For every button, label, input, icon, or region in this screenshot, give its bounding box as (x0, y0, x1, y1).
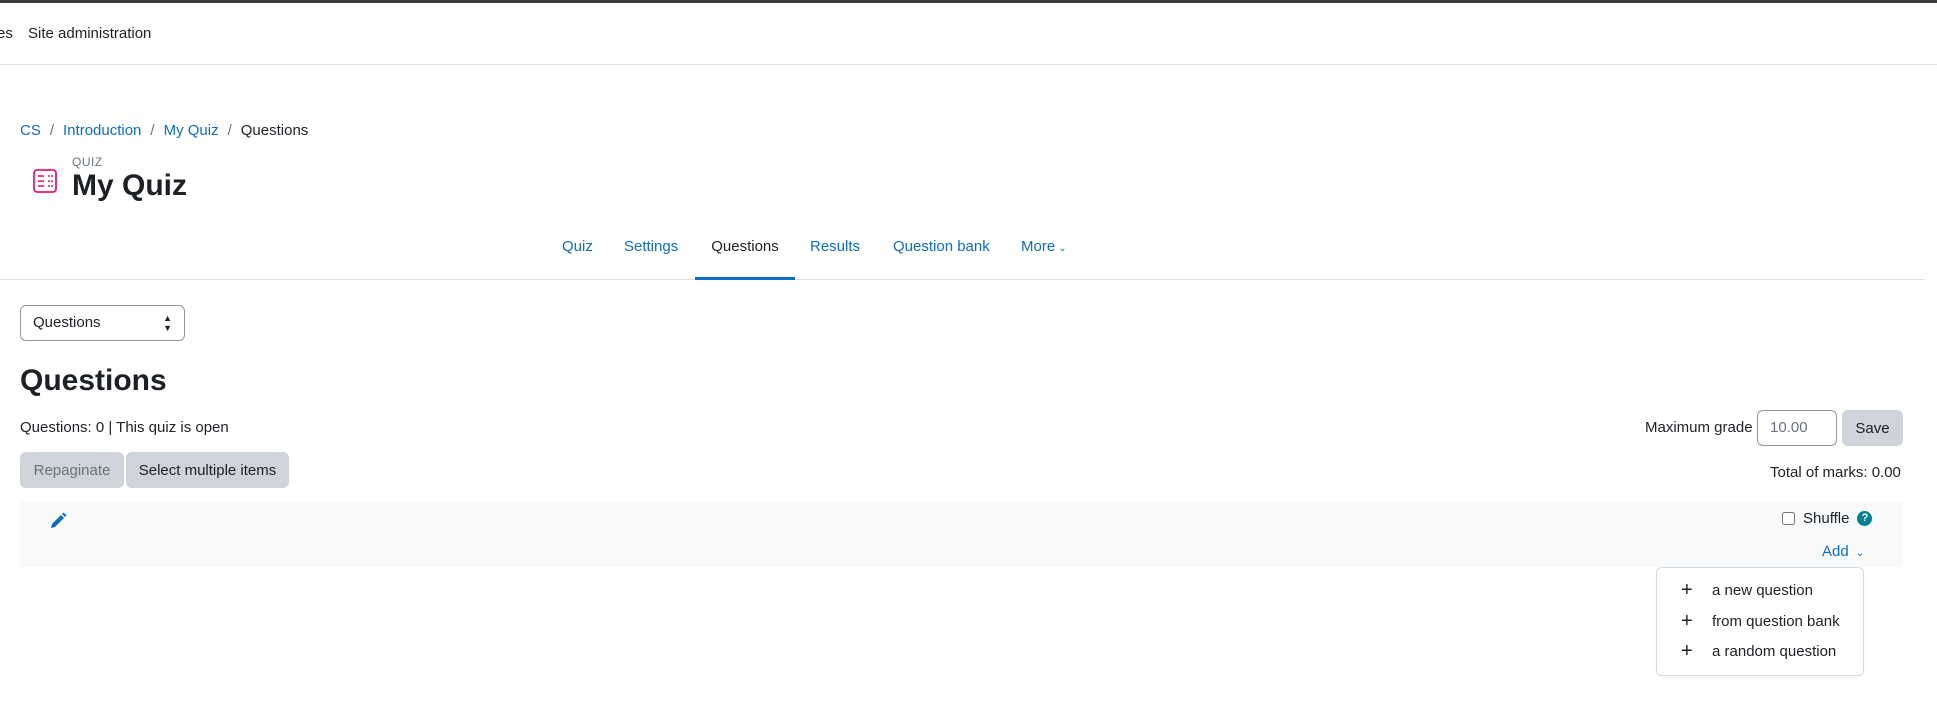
breadcrumb-separator: / (150, 122, 155, 139)
questions-heading: Questions (20, 364, 167, 397)
tab-quiz[interactable]: Quiz (546, 226, 609, 280)
quiz-section (20, 502, 1903, 567)
breadcrumb-current: Questions (240, 122, 309, 139)
plus-icon: + (1681, 579, 1693, 601)
maximum-grade-label: Maximum grade (1645, 419, 1753, 436)
add-label: Add (1822, 543, 1849, 560)
tab-more[interactable]: More ⌄ (1005, 226, 1083, 280)
tab-results[interactable]: Results (794, 226, 876, 280)
tab-question-bank[interactable]: Question bank (877, 226, 1006, 280)
menu-item-label: from question bank (1712, 613, 1840, 630)
save-button[interactable]: Save (1842, 410, 1903, 446)
nav-item-partial[interactable]: es (0, 25, 13, 42)
plus-icon: + (1681, 610, 1693, 632)
menu-item-random-question[interactable]: + a random question (1657, 639, 1863, 665)
total-marks-text: Total of marks: 0.00 (1770, 464, 1901, 481)
select-arrows-icon: ▲ ▼ (163, 313, 172, 333)
quiz-status-text: Questions: 0 | This quiz is open (20, 419, 229, 436)
repaginate-button[interactable]: Repaginate (20, 452, 124, 488)
chevron-down-icon: ⌄ (1855, 548, 1865, 559)
breadcrumb-separator: / (49, 122, 55, 139)
add-dropdown-menu: + a new question + from question bank + … (1656, 567, 1864, 676)
plus-icon: + (1681, 640, 1693, 662)
quiz-navigation-select[interactable]: Questions ▲ ▼ (20, 305, 185, 341)
secondary-navigation: Quiz Settings Questions Results Question… (0, 226, 1925, 280)
breadcrumb-introduction[interactable]: Introduction (63, 122, 141, 139)
breadcrumb-separator: / (227, 122, 232, 139)
menu-item-from-question-bank[interactable]: + from question bank (1657, 609, 1863, 635)
help-icon[interactable]: ? (1857, 511, 1873, 526)
shuffle-checkbox[interactable] (1782, 512, 1795, 525)
breadcrumb-my-quiz[interactable]: My Quiz (164, 122, 219, 139)
tab-more-label: More (1021, 238, 1056, 255)
quiz-icon (33, 169, 57, 193)
tab-questions[interactable]: Questions (695, 226, 795, 280)
maximum-grade-input[interactable]: 10.00 (1757, 410, 1837, 446)
shuffle-label: Shuffle (1803, 510, 1850, 527)
menu-item-new-question[interactable]: + a new question (1657, 578, 1863, 604)
primary-navigation: es Site administration (0, 3, 1937, 65)
add-menu-toggle[interactable]: Add ⌄ (1822, 543, 1864, 560)
page-title: My Quiz (72, 169, 188, 202)
nav-item-site-administration[interactable]: Site administration (28, 25, 151, 42)
chevron-down-icon: ⌄ (1058, 243, 1067, 254)
tab-settings[interactable]: Settings (608, 226, 694, 280)
pencil-icon[interactable] (48, 511, 68, 531)
breadcrumb: CS / Introduction / My Quiz / Questions (20, 122, 308, 139)
shuffle-control: Shuffle ? (1782, 510, 1873, 527)
menu-item-label: a random question (1712, 643, 1837, 660)
activity-type-label: QUIZ (72, 155, 103, 169)
menu-item-label: a new question (1712, 582, 1813, 599)
select-value: Questions (33, 314, 101, 331)
breadcrumb-cs[interactable]: CS (20, 122, 41, 139)
select-multiple-items-button[interactable]: Select multiple items (126, 452, 289, 488)
